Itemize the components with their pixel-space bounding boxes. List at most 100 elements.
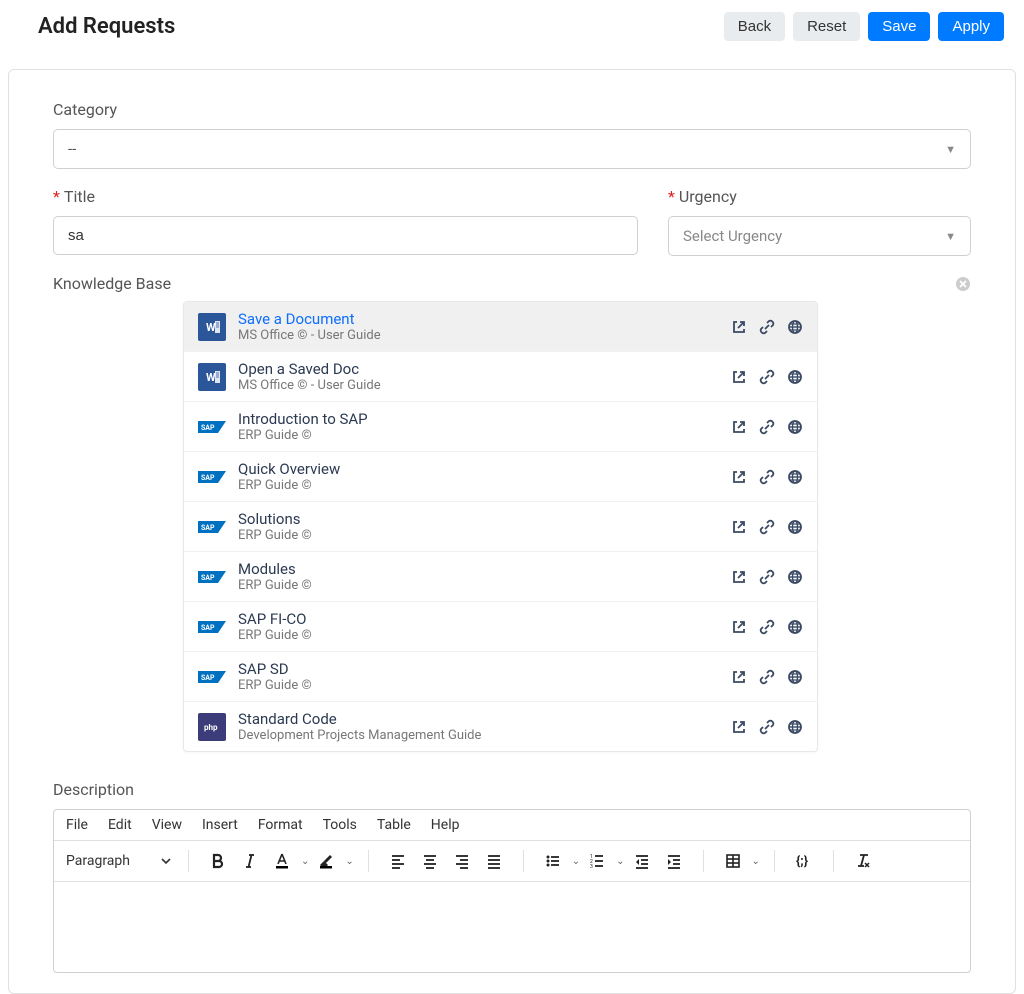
back-button[interactable]: Back [724,12,785,41]
chevron-down-icon[interactable]: ⌄ [301,856,309,867]
kb-item-title: Save a Document [238,310,731,328]
link-icon[interactable] [759,319,775,335]
kb-item-actions [731,469,803,485]
kb-item[interactable]: SAP SAP SDERP Guide © [184,652,817,702]
open-external-icon[interactable] [731,569,747,585]
sap-icon: SAP [198,463,226,491]
highlight-button[interactable] [311,847,341,875]
table-button[interactable] [718,847,748,875]
globe-icon[interactable] [787,719,803,735]
kb-item-text: SAP FI-COERP Guide © [238,610,731,643]
kb-item-actions [731,569,803,585]
kb-item-subtitle: ERP Guide © [238,578,731,593]
indent-button[interactable] [659,847,689,875]
knowledge-base-panel: WSave a DocumentMS Office © - User Guide… [183,301,818,752]
align-justify-button[interactable] [479,847,509,875]
open-external-icon[interactable] [731,519,747,535]
save-button[interactable]: Save [868,12,930,41]
svg-text:SAP: SAP [201,474,215,482]
italic-button[interactable] [235,847,265,875]
urgency-placeholder: Select Urgency [683,227,782,245]
open-external-icon[interactable] [731,419,747,435]
numbered-list-button[interactable]: 123 [582,847,612,875]
menu-edit[interactable]: Edit [108,817,132,833]
link-icon[interactable] [759,569,775,585]
bold-button[interactable] [203,847,233,875]
sap-icon: SAP [198,413,226,441]
description-label: Description [53,780,971,799]
reset-button[interactable]: Reset [793,12,860,41]
category-value: -- [68,140,76,158]
kb-item[interactable]: WSave a DocumentMS Office © - User Guide [184,302,817,352]
globe-icon[interactable] [787,469,803,485]
globe-icon[interactable] [787,569,803,585]
apply-button[interactable]: Apply [938,12,1004,41]
link-icon[interactable] [759,519,775,535]
urgency-select[interactable]: Select Urgency ▼ [668,216,971,256]
kb-item[interactable]: SAPModulesERP Guide © [184,552,817,602]
paragraph-select[interactable]: Paragraph [64,853,178,869]
kb-item-subtitle: Development Projects Management Guide [238,728,731,743]
kb-item[interactable]: phpStandard CodeDevelopment Projects Man… [184,702,817,751]
category-select[interactable]: -- ▼ [53,129,971,169]
link-icon[interactable] [759,619,775,635]
title-input[interactable] [53,216,638,255]
link-icon[interactable] [759,719,775,735]
text-color-button[interactable] [267,847,297,875]
align-left-button[interactable] [383,847,413,875]
menu-table[interactable]: Table [377,817,411,833]
globe-icon[interactable] [787,619,803,635]
link-icon[interactable] [759,669,775,685]
align-right-button[interactable] [447,847,477,875]
kb-item[interactable]: SAP Quick OverviewERP Guide © [184,452,817,502]
link-icon[interactable] [759,469,775,485]
open-external-icon[interactable] [731,319,747,335]
outdent-button[interactable] [627,847,657,875]
kb-item[interactable]: SAPIntroduction to SAPERP Guide © [184,402,817,452]
link-icon[interactable] [759,419,775,435]
kb-item[interactable]: WOpen a Saved DocMS Office © - User Guid… [184,352,817,402]
chevron-down-icon[interactable]: ⌄ [572,856,580,867]
chevron-down-icon[interactable]: ⌄ [345,856,353,867]
globe-icon[interactable] [787,419,803,435]
open-external-icon[interactable] [731,369,747,385]
align-center-button[interactable] [415,847,445,875]
open-external-icon[interactable] [731,619,747,635]
chevron-down-icon[interactable]: ⌄ [752,856,760,867]
kb-item[interactable]: SAPSAP FI-COERP Guide © [184,602,817,652]
menu-help[interactable]: Help [431,817,460,833]
bullet-list-button[interactable] [538,847,568,875]
word-icon: W [198,313,226,341]
kb-item[interactable]: SAPSolutionsERP Guide © [184,502,817,552]
kb-item-title: Standard Code [238,710,731,728]
kb-item-title: SAP SD [238,660,731,678]
kb-item-subtitle: ERP Guide © [238,528,731,543]
globe-icon[interactable] [787,669,803,685]
svg-text:SAP: SAP [201,674,215,682]
editor-body[interactable] [54,882,970,972]
clear-format-button[interactable] [848,847,878,875]
open-external-icon[interactable] [731,669,747,685]
open-external-icon[interactable] [731,719,747,735]
code-button[interactable]: {;} [789,847,819,875]
kb-item-title: Quick Overview [238,460,731,478]
open-external-icon[interactable] [731,469,747,485]
close-icon[interactable] [955,276,971,292]
menu-insert[interactable]: Insert [202,817,238,833]
svg-text:3: 3 [590,864,593,870]
globe-icon[interactable] [787,369,803,385]
globe-icon[interactable] [787,519,803,535]
menu-tools[interactable]: Tools [323,817,357,833]
menu-view[interactable]: View [152,817,182,833]
menu-format[interactable]: Format [258,817,303,833]
globe-icon[interactable] [787,319,803,335]
kb-item-subtitle: ERP Guide © [238,478,731,493]
menu-file[interactable]: File [66,817,88,833]
kb-item-subtitle: ERP Guide © [238,678,731,693]
link-icon[interactable] [759,369,775,385]
urgency-label: *Urgency [668,187,971,206]
chevron-down-icon[interactable]: ⌄ [616,856,624,867]
sap-icon: SAP [198,513,226,541]
kb-item-subtitle: ERP Guide © [238,428,731,443]
kb-item-actions [731,719,803,735]
